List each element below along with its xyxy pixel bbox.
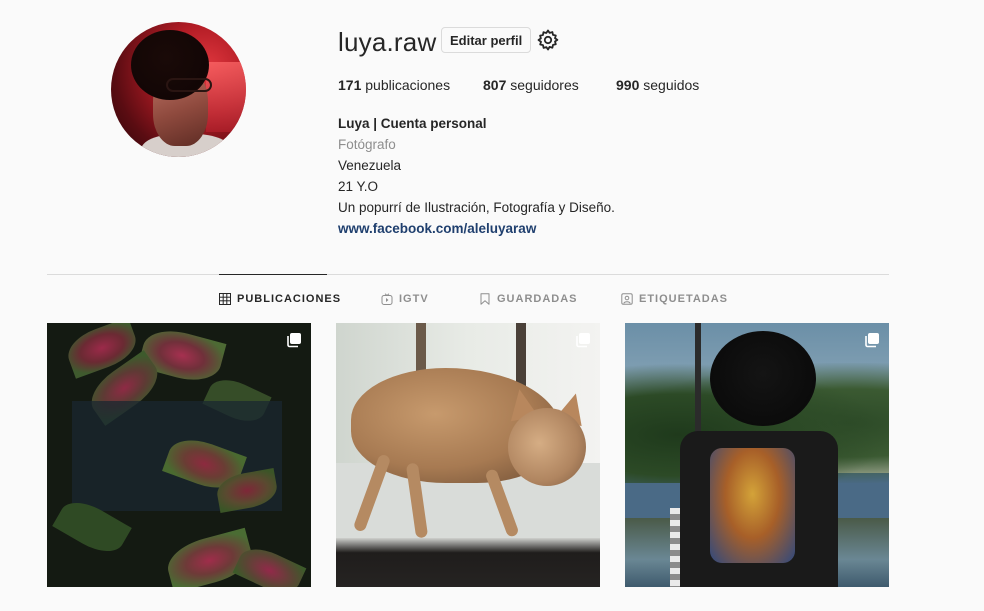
grid-icon — [219, 293, 231, 305]
following-count: 990 — [616, 77, 640, 93]
settings-gear-icon[interactable] — [536, 28, 560, 52]
posts-label: publicaciones — [365, 77, 451, 93]
bio-description: Un popurrí de Ilustración, Fotografía y … — [338, 200, 615, 215]
profile-username: luya.raw — [338, 27, 437, 57]
bio-name: Luya | Cuenta personal — [338, 116, 487, 131]
tabs-divider — [47, 274, 889, 275]
carousel-icon — [865, 333, 879, 348]
carousel-icon — [576, 333, 590, 348]
stat-following[interactable]: 990 seguidos — [616, 77, 699, 93]
tab-igtv[interactable]: IGTV — [381, 293, 429, 305]
bio-location: Venezuela — [338, 158, 402, 173]
posts-count: 171 — [338, 77, 362, 93]
edit-profile-button[interactable]: Editar perfil — [441, 27, 532, 53]
bookmark-icon — [480, 293, 490, 305]
tab-label: IGTV — [399, 293, 429, 305]
igtv-icon — [381, 293, 393, 305]
tab-etiquetadas[interactable]: ETIQUETADAS — [621, 293, 728, 305]
bio-age: 21 Y.O — [338, 179, 379, 194]
avatar-background — [206, 62, 246, 132]
stat-posts[interactable]: 171 publicaciones — [338, 77, 450, 93]
stat-followers[interactable]: 807 seguidores — [483, 77, 579, 93]
active-tab-indicator — [219, 274, 327, 275]
post-thumbnail-2[interactable] — [336, 323, 600, 587]
tab-guardadas[interactable]: GUARDADAS — [479, 293, 578, 305]
followers-count: 807 — [483, 77, 507, 93]
avatar-glasses — [166, 78, 212, 92]
tab-label: GUARDADAS — [497, 293, 578, 305]
carousel-icon — [287, 333, 301, 348]
bio-link[interactable]: www.facebook.com/aleluyaraw — [338, 218, 615, 239]
post-thumbnail-3[interactable] — [625, 323, 889, 587]
following-label: seguidos — [643, 77, 700, 93]
tag-person-icon — [621, 293, 633, 305]
tab-publicaciones[interactable]: PUBLICACIONES — [219, 293, 341, 305]
profile-avatar[interactable] — [111, 22, 246, 157]
profile-bio: Luya | Cuenta personal Fotógrafo Venezue… — [338, 113, 615, 239]
followers-label: seguidores — [510, 77, 579, 93]
tab-label: PUBLICACIONES — [237, 293, 342, 305]
post-thumbnail-1[interactable] — [47, 323, 311, 587]
bio-category: Fotógrafo — [338, 137, 396, 152]
tab-label: ETIQUETADAS — [639, 293, 729, 305]
